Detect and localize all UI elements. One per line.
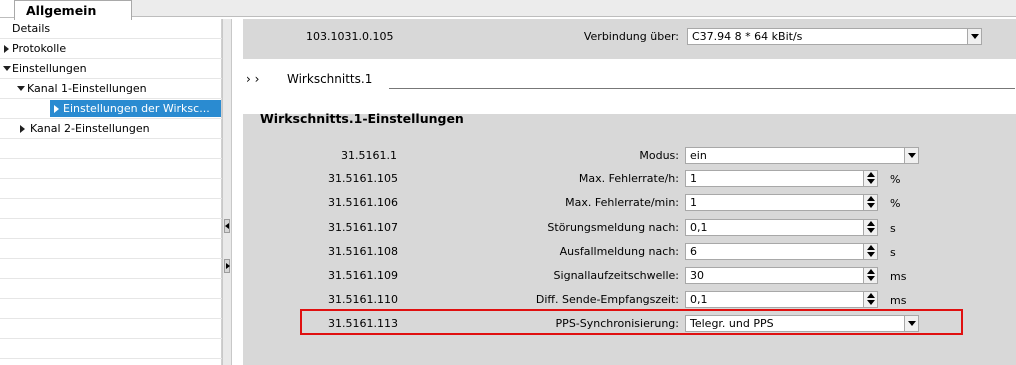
expand-right-button[interactable] <box>224 259 230 273</box>
collapse-left-button[interactable] <box>224 219 230 233</box>
parameter-address: 31.5161.1 <box>341 149 397 162</box>
tree-item-label: Protokolle <box>12 42 67 55</box>
expand-arrow-icon[interactable] <box>4 45 9 53</box>
connection-panel: 103.1031.0.105 Verbindung über: C37.94 8… <box>243 19 1016 59</box>
max-error-rate-hour-input[interactable]: 1 <box>685 170 878 187</box>
spinner-icon[interactable] <box>863 244 877 259</box>
tab-allgemein[interactable]: Allgemein <box>14 0 132 20</box>
parameter-address: 31.5161.108 <box>328 245 398 258</box>
parameter-address: 31.5161.110 <box>328 293 398 306</box>
settings-content: 103.1031.0.105 Verbindung über: C37.94 8… <box>233 19 1016 365</box>
send-receive-diff-input[interactable]: 0,1 <box>685 291 878 308</box>
arrow-left-icon <box>225 223 229 229</box>
input-value: 1 <box>690 196 697 209</box>
tree-item-details[interactable]: Details <box>0 19 222 39</box>
unit-label: % <box>890 173 901 186</box>
failure-message-delay-input[interactable]: 6 <box>685 243 878 260</box>
input-value: 0,1 <box>690 293 708 306</box>
parameter-label: Signallaufzeitschwelle: <box>553 269 679 282</box>
tree-empty-row <box>0 139 222 159</box>
section-title: Wirkschnitts.1-Einstellungen <box>260 111 464 126</box>
wirkschnitt-settings-panel: Wirkschnitts.1-Einstellungen 31.5161.1 M… <box>243 111 1016 365</box>
expand-arrow-icon[interactable] <box>54 105 59 113</box>
tree-empty-row <box>0 319 222 339</box>
parameter-label: Max. Fehlerrate/min: <box>565 196 679 209</box>
tree-empty-row <box>0 299 222 319</box>
chevron-down-icon[interactable] <box>904 148 918 163</box>
collapse-arrow-icon[interactable] <box>3 66 11 71</box>
tree-empty-row <box>0 239 222 259</box>
expand-arrow-icon[interactable] <box>20 125 25 133</box>
spinner-icon[interactable] <box>863 268 877 283</box>
tree-item-kanal1[interactable]: Kanal 1-Einstellungen <box>0 79 222 99</box>
parameter-address: 103.1031.0.105 <box>306 30 394 43</box>
tree-item-wirkschnitt-settings[interactable]: Einstellungen der Wirksc... <box>0 99 222 119</box>
tree-item-label: Details <box>12 22 51 35</box>
tree-item-einstellungen[interactable]: Einstellungen <box>0 59 222 79</box>
parameter-address: 31.5161.105 <box>328 172 398 185</box>
tree-empty-row <box>0 279 222 299</box>
parameter-address: 31.5161.109 <box>328 269 398 282</box>
tree-empty-row <box>0 159 222 179</box>
tree-item-kanal2[interactable]: Kanal 2-Einstellungen <box>0 119 222 139</box>
parameter-label: Diff. Sende-Empfangszeit: <box>535 293 679 306</box>
input-value: 6 <box>690 245 697 258</box>
tab-strip: Allgemein <box>0 0 1016 20</box>
tree-empty-row <box>0 339 222 359</box>
collapse-arrow-icon[interactable] <box>17 86 25 91</box>
unit-label: s <box>890 222 896 235</box>
verbindung-dropdown[interactable]: C37.94 8 * 64 kBit/s <box>687 28 982 45</box>
tree-empty-row <box>0 219 222 239</box>
tab-strip-background <box>131 0 1016 17</box>
spinner-icon[interactable] <box>863 292 877 307</box>
chevron-down-icon[interactable] <box>967 29 981 44</box>
unit-label: % <box>890 197 901 210</box>
navigation-tree: Details Protokolle Einstellungen Kanal 1… <box>0 19 222 365</box>
unit-label: s <box>890 246 896 259</box>
parameter-address: 31.5161.107 <box>328 221 398 234</box>
tree-empty-row <box>0 259 222 279</box>
fault-message-delay-input[interactable]: 0,1 <box>685 219 878 236</box>
tree-item-label: Kanal 2-Einstellungen <box>30 122 150 135</box>
tree-item-label: Kanal 1-Einstellungen <box>27 82 147 95</box>
parameter-label: Modus: <box>639 149 679 162</box>
tab-strip-edge <box>0 0 14 18</box>
parameter-label: Max. Fehlerrate/h: <box>578 172 679 185</box>
arrow-right-icon <box>226 263 230 269</box>
input-value: 30 <box>690 269 704 282</box>
breadcrumb-arrows[interactable]: › › <box>246 72 259 86</box>
tree-empty-row <box>0 199 222 219</box>
spinner-icon[interactable] <box>863 171 877 186</box>
breadcrumb: Wirkschnitts.1 <box>287 72 373 86</box>
breadcrumb-divider <box>389 88 1015 89</box>
input-value: 0,1 <box>690 221 708 234</box>
unit-label: ms <box>890 270 907 283</box>
tree-item-protokolle[interactable]: Protokolle <box>0 39 222 59</box>
dropdown-value: ein <box>690 149 707 162</box>
modus-dropdown[interactable]: ein <box>685 147 919 164</box>
max-error-rate-minute-input[interactable]: 1 <box>685 194 878 211</box>
tree-empty-row <box>0 179 222 199</box>
parameter-label: Verbindung über: <box>583 30 679 43</box>
unit-label: ms <box>890 294 907 307</box>
parameter-label: Störungsmeldung nach: <box>547 221 679 234</box>
highlight-box <box>300 309 963 335</box>
spinner-icon[interactable] <box>863 195 877 210</box>
pane-splitter[interactable] <box>222 19 232 365</box>
signal-delay-threshold-input[interactable]: 30 <box>685 267 878 284</box>
input-value: 1 <box>690 172 697 185</box>
parameter-label: Ausfallmeldung nach: <box>559 245 679 258</box>
dropdown-value: C37.94 8 * 64 kBit/s <box>692 30 803 43</box>
parameter-address: 31.5161.106 <box>328 196 398 209</box>
tree-item-label: Einstellungen der Wirksc... <box>63 102 210 115</box>
tree-item-label: Einstellungen <box>12 62 87 75</box>
spinner-icon[interactable] <box>863 220 877 235</box>
